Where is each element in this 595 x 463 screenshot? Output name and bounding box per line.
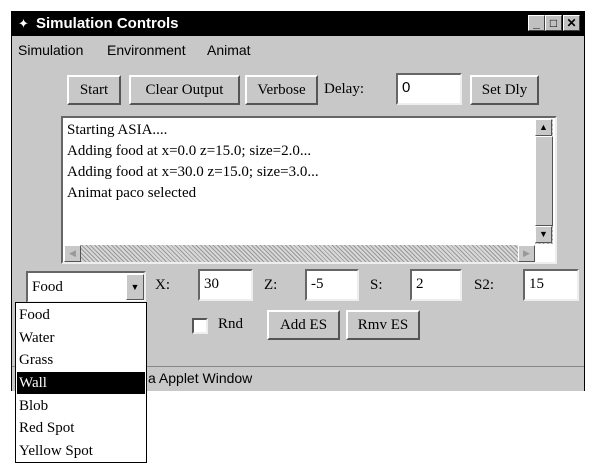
status-text: a Applet Window	[148, 370, 253, 386]
title-bar[interactable]: ✦ Simulation Controls _ □ ✕	[12, 12, 584, 36]
dropdown-option-food[interactable]: Food	[17, 304, 145, 326]
menu-environment[interactable]: Environment	[107, 42, 186, 58]
maximize-button[interactable]: □	[545, 15, 562, 31]
type-select-value: Food	[32, 279, 63, 295]
minimize-icon: _	[533, 16, 540, 30]
dropdown-option-yellow-spot[interactable]: Yellow Spot	[17, 440, 145, 462]
output-line: Adding food at x=30.0 z=15.0; size=3.0..…	[67, 164, 319, 180]
output-line: Starting ASIA....	[67, 122, 168, 138]
maximize-icon: □	[549, 16, 558, 30]
horizontal-scrollbar[interactable]	[64, 245, 535, 262]
menu-bar: Simulation Environment Animat	[12, 38, 584, 60]
x-input[interactable]: 30	[198, 269, 253, 301]
s-input[interactable]: 2	[410, 269, 462, 301]
dropdown-option-wall[interactable]: Wall	[17, 372, 145, 394]
s2-input[interactable]: 15	[523, 269, 579, 301]
chevron-down-icon: ▼	[130, 282, 140, 292]
output-line: Adding food at x=0.0 z=15.0; size=2.0...	[67, 143, 312, 159]
menu-animat[interactable]: Animat	[207, 42, 251, 58]
type-select-arrow[interactable]: ▼	[126, 274, 144, 300]
start-button[interactable]: Start	[67, 75, 121, 105]
scroll-left-button[interactable]: ◀	[64, 245, 81, 262]
output-line: Animat paco selected	[67, 185, 197, 201]
x-label: X:	[155, 277, 170, 293]
arrow-left-icon: ◀	[69, 248, 76, 258]
minimize-button[interactable]: _	[528, 15, 545, 31]
output-text-area[interactable]: Starting ASIA.... Adding food at x=0.0 z…	[61, 116, 557, 264]
scroll-right-button[interactable]: ▶	[518, 245, 535, 262]
clear-output-button[interactable]: Clear Output	[129, 75, 240, 105]
close-button[interactable]: ✕	[563, 15, 580, 31]
s2-label: S2:	[474, 277, 495, 293]
random-checkbox[interactable]	[192, 318, 208, 334]
dropdown-option-blob[interactable]: Blob	[17, 395, 145, 417]
delay-label: Delay:	[324, 81, 364, 97]
arrow-up-icon: ▲	[539, 122, 548, 132]
set-delay-button[interactable]: Set Dly	[470, 75, 539, 105]
delay-input[interactable]: 0	[396, 73, 462, 105]
scroll-down-button[interactable]: ▼	[535, 226, 552, 243]
scroll-up-button[interactable]: ▲	[535, 119, 552, 136]
applet-icon: ✦	[18, 16, 29, 31]
dropdown-option-water[interactable]: Water	[17, 327, 145, 349]
add-es-button[interactable]: Add ES	[267, 310, 340, 340]
window-title: Simulation Controls	[36, 15, 179, 32]
close-icon: ✕	[566, 16, 577, 30]
type-dropdown-list[interactable]: Food Water Grass Wall Blob Red Spot Yell…	[15, 302, 147, 463]
arrow-down-icon: ▼	[539, 229, 548, 239]
menu-simulation[interactable]: Simulation	[18, 42, 83, 58]
dropdown-option-red-spot[interactable]: Red Spot	[17, 417, 145, 439]
s-label: S:	[370, 277, 383, 293]
verbose-button[interactable]: Verbose	[245, 75, 318, 105]
arrow-right-icon: ▶	[523, 248, 530, 258]
vertical-scroll-thumb[interactable]	[535, 136, 553, 226]
random-label: Rnd	[218, 316, 244, 332]
z-label: Z:	[264, 277, 278, 293]
remove-es-button[interactable]: Rmv ES	[346, 310, 420, 340]
z-input[interactable]: -5	[305, 269, 359, 301]
dropdown-option-grass[interactable]: Grass	[17, 349, 145, 371]
